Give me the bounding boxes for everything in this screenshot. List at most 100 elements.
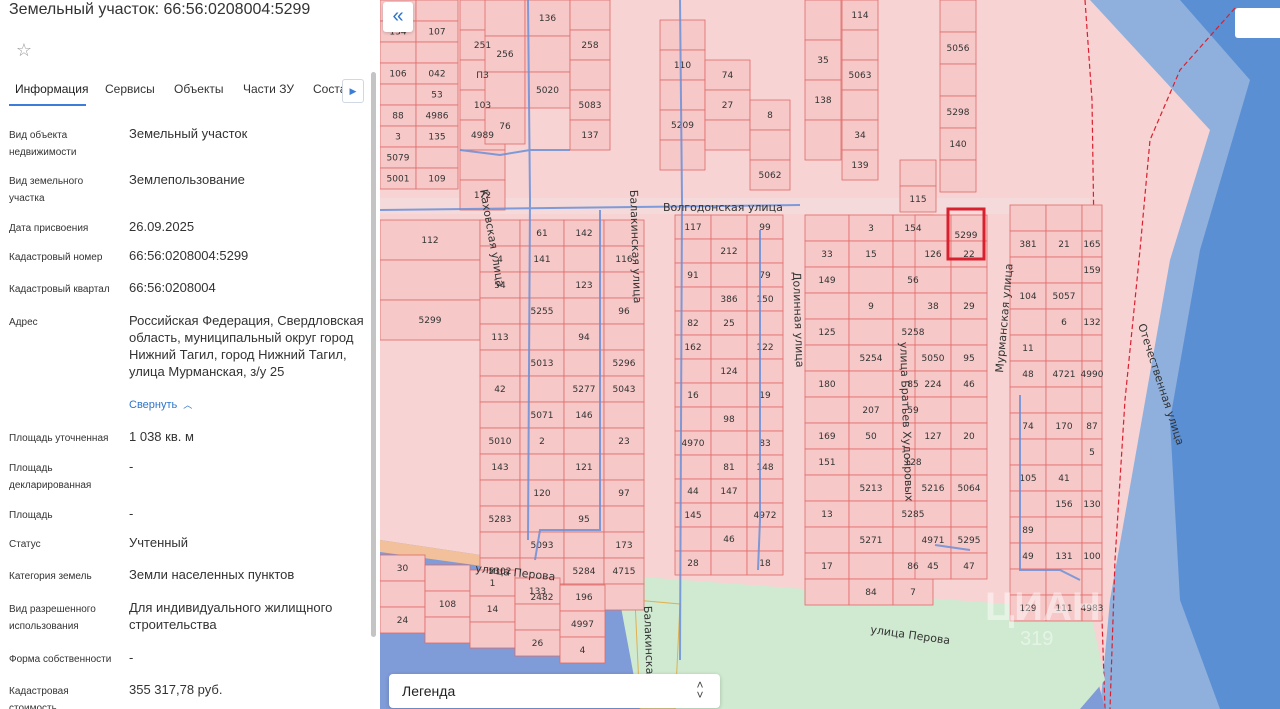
parcel[interactable] xyxy=(804,0,842,41)
parcel[interactable] xyxy=(710,382,748,408)
parcel[interactable] xyxy=(603,505,645,533)
parcel[interactable] xyxy=(804,396,850,424)
parcel[interactable] xyxy=(746,310,784,336)
panel-scrollbar[interactable] xyxy=(371,72,376,637)
parcel[interactable] xyxy=(524,35,571,73)
parcel[interactable] xyxy=(1081,464,1103,492)
parcel[interactable] xyxy=(914,266,952,294)
parcel[interactable] xyxy=(479,531,521,559)
tab-information[interactable]: Информация xyxy=(15,82,88,96)
parcel[interactable] xyxy=(659,79,706,111)
parcel[interactable] xyxy=(1045,438,1083,466)
parcel[interactable] xyxy=(804,214,850,242)
legend-dropdown[interactable]: Легенда ˄ ˅ xyxy=(389,674,720,708)
parcel[interactable] xyxy=(674,286,712,312)
parcel[interactable] xyxy=(415,146,459,169)
parcel[interactable] xyxy=(603,453,645,481)
tab-services[interactable]: Сервисы xyxy=(105,82,155,96)
parcel[interactable] xyxy=(848,500,894,528)
collapse-address-link[interactable]: Свернуть ︿ xyxy=(129,398,192,411)
parcel[interactable] xyxy=(479,297,521,325)
parcel[interactable] xyxy=(1045,256,1083,284)
parcel[interactable] xyxy=(1081,282,1103,310)
parcel[interactable] xyxy=(563,531,605,559)
parcel[interactable] xyxy=(710,550,748,576)
parcel[interactable] xyxy=(848,552,894,580)
parcel[interactable] xyxy=(415,0,459,22)
parcel[interactable] xyxy=(914,396,952,424)
parcel[interactable] xyxy=(950,396,988,424)
parcel[interactable] xyxy=(950,318,988,346)
parcel[interactable] xyxy=(804,119,842,161)
parcel[interactable] xyxy=(746,478,784,504)
parcel[interactable] xyxy=(415,41,459,64)
parcel[interactable] xyxy=(1045,386,1083,414)
parcel[interactable] xyxy=(746,526,784,552)
parcel[interactable] xyxy=(1081,386,1103,414)
parcel[interactable] xyxy=(569,0,611,31)
tab-parts[interactable]: Части ЗУ xyxy=(243,82,294,96)
parcel[interactable] xyxy=(1009,204,1047,232)
parcel[interactable] xyxy=(950,266,988,294)
parcel[interactable] xyxy=(1081,516,1103,544)
parcel[interactable] xyxy=(710,502,748,528)
parcel[interactable] xyxy=(563,349,605,377)
tab-objects[interactable]: Объекты xyxy=(174,82,224,96)
parcel[interactable] xyxy=(563,297,605,325)
parcel[interactable] xyxy=(603,583,645,611)
parcel[interactable] xyxy=(710,262,748,288)
parcel[interactable] xyxy=(1009,490,1047,518)
parcel[interactable] xyxy=(479,479,521,507)
parcel[interactable] xyxy=(519,323,565,351)
parcel[interactable] xyxy=(710,214,748,240)
parcel[interactable] xyxy=(380,41,417,64)
parcel[interactable] xyxy=(704,119,751,151)
parcel[interactable] xyxy=(380,580,426,608)
parcel[interactable] xyxy=(1045,516,1083,544)
parcel[interactable] xyxy=(1009,386,1047,414)
parcel[interactable] xyxy=(659,19,706,51)
parcel[interactable] xyxy=(603,323,645,351)
parcel[interactable] xyxy=(710,430,748,456)
parcel[interactable] xyxy=(469,621,516,649)
parcel[interactable] xyxy=(519,505,565,533)
parcel[interactable] xyxy=(848,448,894,476)
parcel[interactable] xyxy=(841,89,879,121)
row-value[interactable]: 66:56:0208004:5299 xyxy=(129,247,364,264)
parcel[interactable] xyxy=(804,578,850,606)
parcel[interactable] xyxy=(479,349,521,377)
row-value[interactable]: 66:56:0208004 xyxy=(129,279,364,296)
parcel[interactable] xyxy=(804,292,850,320)
parcel[interactable] xyxy=(424,616,471,644)
parcel[interactable] xyxy=(749,129,791,161)
parcel[interactable] xyxy=(380,83,417,106)
parcel[interactable] xyxy=(1081,334,1103,362)
parcel[interactable] xyxy=(710,334,748,360)
parcel[interactable] xyxy=(939,159,977,193)
parcel[interactable] xyxy=(950,448,988,476)
favorite-star-icon[interactable]: ☆ xyxy=(9,35,39,65)
tabs-scroll-right-icon[interactable]: ▶ xyxy=(342,79,364,103)
parcel[interactable] xyxy=(746,238,784,264)
parcel[interactable] xyxy=(519,453,565,481)
parcel[interactable] xyxy=(1009,438,1047,466)
parcel[interactable] xyxy=(603,401,645,429)
map-canvas[interactable]: 1755079498610376508374353452984501061507… xyxy=(380,0,1280,709)
parcel[interactable] xyxy=(569,59,611,91)
parcel[interactable] xyxy=(484,0,526,37)
parcel[interactable] xyxy=(519,375,565,403)
parcel[interactable] xyxy=(848,370,894,398)
parcel[interactable] xyxy=(563,479,605,507)
parcel[interactable] xyxy=(674,238,712,264)
parcel[interactable] xyxy=(563,245,605,273)
parcel[interactable] xyxy=(1081,204,1103,232)
cadastral-map[interactable]: 1755079498610376508374353452984501061507… xyxy=(380,0,1280,709)
parcel[interactable] xyxy=(841,29,879,61)
parcel[interactable] xyxy=(804,526,850,554)
parcel[interactable] xyxy=(899,159,937,187)
parcel[interactable] xyxy=(939,0,977,33)
parcel[interactable] xyxy=(1009,256,1047,284)
parcel[interactable] xyxy=(804,344,850,372)
parcel[interactable] xyxy=(563,427,605,455)
parcel[interactable] xyxy=(939,63,977,97)
